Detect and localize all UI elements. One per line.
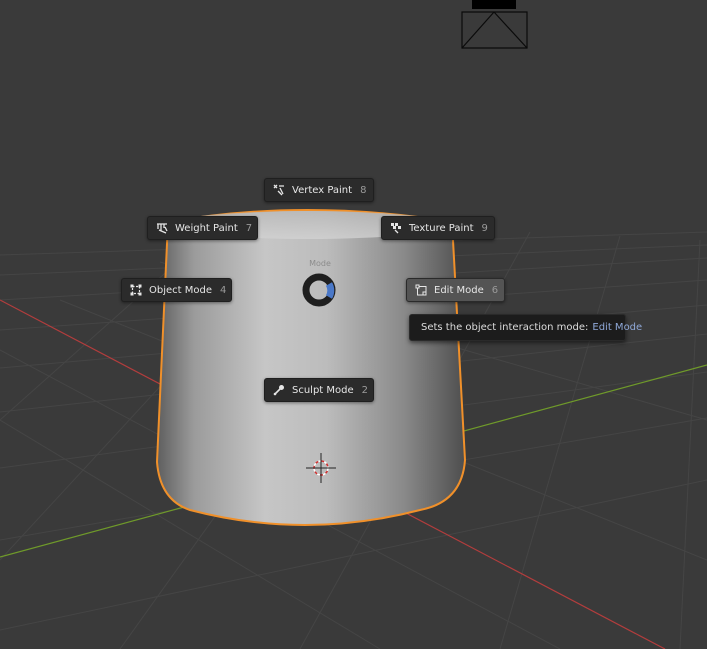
weight-paint-shortcut: 7 xyxy=(245,222,253,234)
mode-tooltip: Sets the object interaction mode: Edit M… xyxy=(409,314,642,341)
texture-paint-button[interactable]: Texture Paint 9 xyxy=(381,216,495,240)
sculpt-mode-button[interactable]: Sculpt Mode 2 xyxy=(264,378,374,402)
vertex-paint-button[interactable]: Vertex Paint 8 xyxy=(264,178,374,202)
edit-mode-shortcut: 6 xyxy=(491,284,499,296)
cylinder-object[interactable] xyxy=(155,209,467,526)
vertex-paint-shortcut: 8 xyxy=(360,184,367,196)
sculpt-mode-icon xyxy=(273,384,285,396)
texture-paint-shortcut: 9 xyxy=(481,222,488,234)
object-mode-label: Object Mode xyxy=(149,284,212,296)
tooltip-text: Sets the object interaction mode: xyxy=(421,322,589,333)
weight-paint-icon xyxy=(156,222,168,234)
object-mode-shortcut: 4 xyxy=(220,284,227,296)
edit-mode-label: Edit Mode xyxy=(434,284,484,296)
object-mode-button[interactable]: Object Mode 4 xyxy=(121,278,232,302)
weight-paint-button[interactable]: Weight Paint 7 xyxy=(147,216,258,240)
edit-mode-icon xyxy=(415,284,427,296)
weight-paint-label: Weight Paint xyxy=(175,222,238,234)
edit-mode-button[interactable]: Edit Mode 6 xyxy=(406,278,505,302)
camera-object[interactable] xyxy=(461,0,528,49)
vertex-paint-label: Vertex Paint xyxy=(292,184,353,196)
vertex-paint-icon xyxy=(273,184,285,196)
sculpt-mode-shortcut: 2 xyxy=(361,384,369,396)
tooltip-value: Edit Mode xyxy=(592,322,643,333)
object-mode-icon xyxy=(130,284,142,296)
texture-paint-label: Texture Paint xyxy=(409,222,474,234)
sculpt-mode-label: Sculpt Mode xyxy=(292,384,354,396)
pie-menu-title: Mode xyxy=(309,259,331,268)
texture-paint-icon xyxy=(390,222,402,234)
